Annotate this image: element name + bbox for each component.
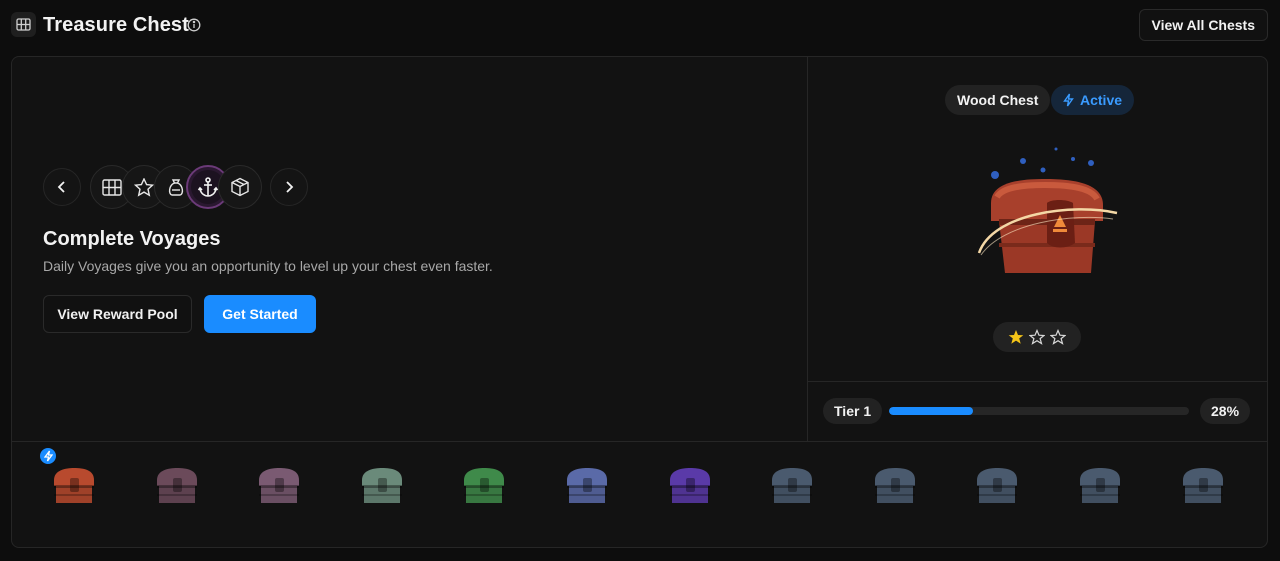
prev-button[interactable] [43,168,81,206]
tier-badge: Tier 1 [823,398,883,424]
divider [808,381,1267,382]
money-bag-icon [168,179,184,196]
chest-thumbnail[interactable] [561,462,613,506]
bolt-icon [1063,93,1074,107]
status-label: Active [1080,92,1123,108]
map-icon [11,12,36,37]
activity-icon-group [90,163,262,211]
star-empty-icon [1050,329,1066,345]
anchor-icon [197,177,219,197]
star-filled-icon [1008,330,1024,344]
map-icon [102,178,122,196]
activity-cube[interactable] [218,165,262,209]
cube-icon [231,177,249,197]
next-button[interactable] [270,168,308,206]
chest-thumbnail[interactable] [48,462,100,506]
chest-thumbnail[interactable] [971,462,1023,506]
chest-thumbnail[interactable] [458,462,510,506]
chest-thumbnail[interactable] [1177,462,1229,506]
chest-detail: Wood Chest Active Tier 1 28% [808,57,1267,441]
voyage-description: Daily Voyages give you an opportunity to… [43,258,493,274]
progress-percent: 28% [1200,398,1251,424]
info-icon[interactable] [187,18,201,32]
star-empty-icon [1029,329,1045,345]
treasure-panel: Complete Voyages Daily Voyages give you … [11,56,1268,548]
chest-name-badge: Wood Chest [945,85,1051,115]
status-badge: Active [1051,85,1135,115]
star-rating [993,322,1081,352]
tier-progress-fill [889,407,973,415]
chest-thumbnail[interactable] [664,462,716,506]
star-icon [134,177,154,197]
view-all-chests-button[interactable]: View All Chests [1138,9,1268,41]
get-started-button[interactable]: Get Started [204,295,316,333]
chest-thumbnail[interactable] [356,462,408,506]
voyage-section: Complete Voyages Daily Voyages give you … [12,57,808,441]
chest-thumbnail[interactable] [151,462,203,506]
active-chest-badge [38,446,58,466]
tier-progress-bar [889,407,1189,415]
page-title: Treasure Chest [43,14,189,36]
chest-thumbnail[interactable] [253,462,305,506]
chevron-left-icon [57,181,65,193]
top-bar: Treasure Chest View All Chests [0,0,1280,52]
wood-chest-image [977,147,1118,273]
chest-thumbnail[interactable] [869,462,921,506]
chest-thumbnail[interactable] [766,462,818,506]
chest-strip [12,441,1267,547]
bolt-icon [43,450,53,462]
view-reward-pool-button[interactable]: View Reward Pool [43,295,192,333]
voyage-heading: Complete Voyages [43,228,221,250]
chevron-right-icon [286,181,294,193]
chest-thumbnail[interactable] [1074,462,1126,506]
